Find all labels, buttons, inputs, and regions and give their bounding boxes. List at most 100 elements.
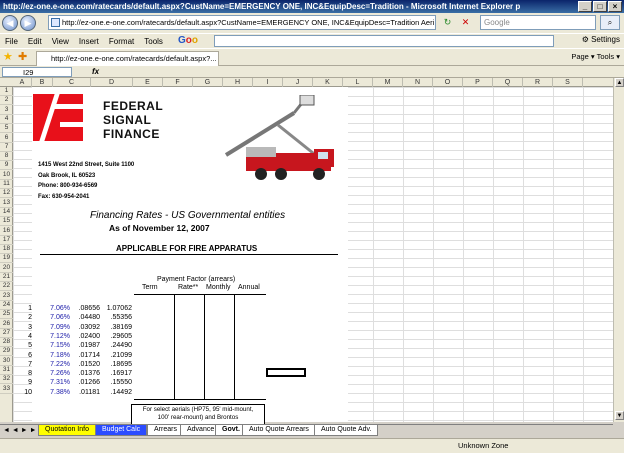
scroll-up-icon[interactable]: ▲ (615, 78, 624, 87)
row-header[interactable]: 24 (0, 301, 13, 310)
favorites-star-icon[interactable]: ★ (3, 51, 13, 63)
selected-cell[interactable] (266, 368, 306, 377)
menu-insert[interactable]: Insert (74, 37, 104, 46)
column-header[interactable]: E (133, 78, 163, 87)
column-header[interactable]: K (313, 78, 343, 87)
name-box[interactable]: I29 (2, 67, 72, 77)
forward-button[interactable]: ▶ (20, 15, 36, 31)
row-header[interactable]: 7 (0, 143, 13, 152)
column-header[interactable]: A (13, 78, 32, 87)
table-cell: 9 (28, 379, 32, 387)
column-header[interactable]: G (193, 78, 223, 87)
column-header[interactable]: N (403, 78, 433, 87)
table-cell: .14492 (110, 388, 132, 396)
row-header[interactable]: 4 (0, 115, 13, 124)
table-header: Term (142, 284, 158, 291)
function-icon[interactable]: fx (92, 66, 99, 77)
row-header[interactable]: 6 (0, 134, 13, 143)
column-header[interactable]: I (253, 78, 283, 87)
maximize-button[interactable]: □ (593, 1, 607, 12)
row-header[interactable]: 16 (0, 227, 13, 236)
scroll-down-icon[interactable]: ▼ (615, 411, 624, 420)
google-toolbar-input[interactable] (214, 35, 554, 47)
menu-file[interactable]: File (0, 37, 23, 46)
table-cell: 7.26% (50, 370, 70, 378)
row-header[interactable]: 18 (0, 245, 13, 255)
column-header[interactable]: M (373, 78, 403, 87)
sheet-tab[interactable]: Budget Calc (95, 425, 148, 436)
stop-icon[interactable]: ✕ (458, 15, 473, 30)
column-header[interactable]: Q (493, 78, 523, 87)
back-button[interactable]: ◀ (2, 15, 18, 31)
column-header[interactable]: S (553, 78, 583, 87)
row-header[interactable]: 20 (0, 264, 13, 273)
row-header[interactable]: 23 (0, 292, 13, 301)
menu-edit[interactable]: Edit (23, 37, 47, 46)
column-header[interactable]: F (163, 78, 193, 87)
column-header[interactable]: R (523, 78, 553, 87)
menu-view[interactable]: View (47, 37, 74, 46)
row-header[interactable]: 1 (0, 87, 13, 96)
note-line1: For select aerials (HP75, 95' mid-mount, (142, 406, 254, 413)
row-header[interactable]: 2 (0, 96, 13, 106)
search-button[interactable]: ⌕ (600, 15, 620, 30)
table-cell: 7.09% (50, 323, 70, 331)
minimize-button[interactable]: _ (578, 1, 592, 12)
row-header[interactable]: 10 (0, 171, 13, 180)
column-header[interactable]: C (53, 78, 91, 87)
column-header[interactable]: P (463, 78, 493, 87)
sheet-tab[interactable]: Auto Quote Adv. (314, 425, 379, 436)
tab-tools[interactable]: Page ▾ Tools ▾ (571, 52, 620, 61)
row-header[interactable]: 31 (0, 366, 13, 375)
add-favorites-icon[interactable]: ✚ (18, 51, 27, 63)
table-header: Annual (238, 284, 260, 291)
row-header[interactable]: 27 (0, 329, 13, 338)
vertical-scrollbar[interactable]: ▲ ▼ (613, 78, 624, 422)
sheet-nav-arrows[interactable]: ◄ ◄ ► ► (3, 425, 37, 436)
row-header[interactable]: 25 (0, 310, 13, 320)
column-header[interactable]: H (223, 78, 253, 87)
search-input[interactable]: Google (480, 15, 596, 30)
sheet-tab[interactable]: Auto Quote Arrears (242, 425, 316, 436)
column-header[interactable]: B (32, 78, 53, 87)
row-header[interactable]: 3 (0, 106, 13, 115)
row-header[interactable]: 14 (0, 208, 13, 217)
table-divider (174, 294, 175, 399)
row-header[interactable]: 21 (0, 273, 13, 282)
sheet-tabs: ◄ ◄ ► ► Quotation Info Budget Calc Arrears A… (0, 424, 613, 436)
row-header[interactable]: 33 (0, 385, 13, 394)
column-header[interactable]: L (343, 78, 373, 87)
window-title: http://ez-one.e-one.com/ratecards/defaul… (3, 2, 521, 11)
row-header[interactable]: 19 (0, 254, 13, 264)
row-header[interactable]: 8 (0, 152, 13, 162)
row-header[interactable]: 22 (0, 282, 13, 292)
row-header[interactable]: 26 (0, 320, 13, 329)
row-header[interactable]: 15 (0, 217, 13, 227)
refresh-icon[interactable]: ↻ (440, 15, 455, 30)
tab-ratecards[interactable]: http://ez-one.e-one.com/ratecards/defaul… (36, 51, 219, 66)
rates-title: Financing Rates - US Governmental entiti… (90, 210, 286, 221)
row-header[interactable]: 5 (0, 124, 13, 134)
row-header[interactable]: 13 (0, 199, 13, 208)
menu-tools[interactable]: Tools (139, 37, 168, 46)
settings-button[interactable]: ⚙ Settings (582, 35, 620, 44)
column-header[interactable]: D (91, 78, 133, 87)
row-header[interactable]: 32 (0, 375, 13, 385)
row-header[interactable]: 9 (0, 161, 13, 171)
row-header[interactable]: 11 (0, 180, 13, 189)
column-header[interactable]: J (283, 78, 313, 87)
menu-bar: File Edit View Insert Format Tools Goo ⚙… (0, 33, 624, 48)
row-header[interactable]: 12 (0, 189, 13, 199)
close-button[interactable]: × (608, 1, 622, 12)
sheet-tab[interactable]: Quotation Info (38, 425, 96, 436)
table-cell: 8 (28, 370, 32, 378)
table-cell: 5 (28, 342, 32, 350)
row-header[interactable]: 28 (0, 338, 13, 348)
sheet-tab[interactable]: Arrears (147, 425, 184, 436)
column-header[interactable]: O (433, 78, 463, 87)
menu-format[interactable]: Format (104, 37, 139, 46)
row-header[interactable]: 30 (0, 357, 13, 366)
address-bar[interactable]: http://ez-one.e-one.com/ratecards/defaul… (48, 15, 436, 30)
row-header[interactable]: 29 (0, 347, 13, 357)
row-header[interactable]: 17 (0, 236, 13, 245)
